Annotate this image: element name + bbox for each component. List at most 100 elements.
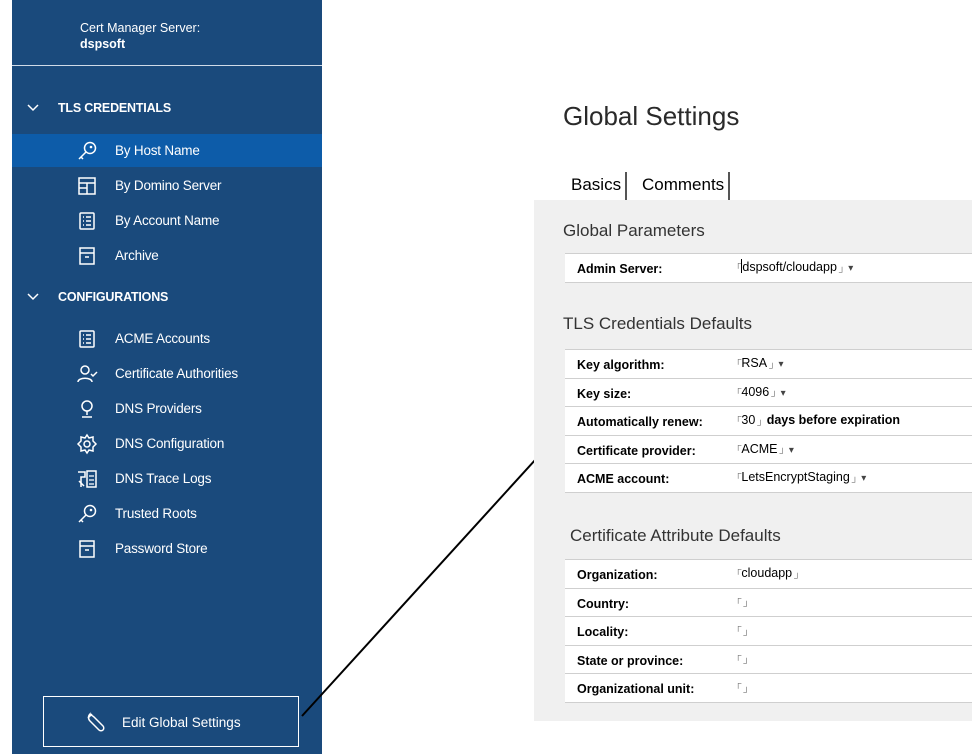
field-label: Certificate provider: <box>577 443 696 458</box>
sidebar-item-acme-accounts[interactable]: ACME Accounts <box>12 322 322 355</box>
field-label: Key algorithm: <box>577 358 665 372</box>
sidebar-item-label: DNS Providers <box>115 401 202 416</box>
sidebar-item-label: By Domino Server <box>115 178 222 193</box>
organization-value: cloudapp <box>741 566 793 581</box>
tab-comments[interactable]: Comments <box>638 172 731 200</box>
section-title: CONFIGURATIONS <box>58 290 169 304</box>
form-row-acme-account: ACME account: ┌LetsEncryptStaging ┘ ▾ <box>565 464 972 493</box>
account-list-icon <box>79 330 95 348</box>
form-row-key-algorithm: Key algorithm: ┌RSA ┘ ▾ <box>565 350 972 379</box>
renew-days-suffix: days before expiration <box>766 413 901 428</box>
section-global-parameters-title: Global Parameters <box>563 221 705 240</box>
dropdown-arrow-icon[interactable]: ▾ <box>778 359 783 370</box>
sidebar-item-label: Trusted Roots <box>115 506 197 521</box>
key-icon <box>78 504 97 523</box>
cert-defaults-table: Organization: ┌cloudapp ┘ Country: ┌┘ Loc… <box>565 559 972 703</box>
sidebar-item-label: Archive <box>115 248 159 263</box>
sidebar-item-label: DNS Configuration <box>115 436 225 451</box>
global-parameters-table: Admin Server: ┌dspsoft/cloudapp ┘ ▾ <box>565 253 972 283</box>
organizational-unit-field[interactable]: ┌┘ <box>735 678 750 697</box>
trace-log-icon <box>78 470 97 488</box>
certificate-provider-field[interactable]: ┌ACME ┘ ▾ <box>735 440 794 459</box>
server-label: Cert Manager Server: <box>80 21 201 35</box>
admin-server-value: dspsoft/cloudapp <box>742 260 837 275</box>
sidebar-item-label: ACME Accounts <box>115 331 210 346</box>
sidebar: Cert Manager Server: dspsoft TLS CREDENT… <box>12 0 322 754</box>
field-label: Organization: <box>577 568 658 582</box>
locality-field[interactable]: ┌┘ <box>735 621 750 640</box>
sidebar-item-by-domino-server[interactable]: By Domino Server <box>12 169 322 202</box>
key-algorithm-value: RSA <box>741 356 768 371</box>
sidebar-item-label: Password Store <box>115 541 208 556</box>
form-row-organization: Organization: ┌cloudapp ┘ <box>565 560 972 589</box>
admin-server-field[interactable]: ┌dspsoft/cloudapp ┘ ▾ <box>735 258 853 277</box>
server-layout-icon <box>78 177 96 195</box>
sidebar-item-dns-trace-logs[interactable]: DNS Trace Logs <box>12 462 322 495</box>
key-size-value: 4096 <box>741 384 770 399</box>
sidebar-item-dns-configuration[interactable]: DNS Configuration <box>12 427 322 460</box>
key-size-field[interactable]: ┌4096 ┘ ▾ <box>735 383 786 402</box>
location-pin-icon <box>81 400 93 418</box>
form-row-country: Country: ┌┘ <box>565 589 972 617</box>
field-label: Locality: <box>577 625 629 639</box>
sidebar-item-password-store[interactable]: Password Store <box>12 532 322 565</box>
form-row-key-size: Key size: ┌4096 ┘ ▾ <box>565 379 972 407</box>
form-row-certificate-provider: Certificate provider: ┌ACME ┘ ▾ <box>565 436 972 464</box>
server-name: dspsoft <box>80 37 126 51</box>
gear-icon <box>76 433 98 455</box>
sidebar-item-by-account-name[interactable]: By Account Name <box>12 204 322 237</box>
state-field[interactable]: ┌┘ <box>735 650 750 669</box>
section-cert-defaults-title: Certificate Attribute Defaults <box>570 526 781 545</box>
renew-days-field[interactable]: ┌30 ┘ days before expiration <box>735 411 900 430</box>
section-configurations[interactable]: CONFIGURATIONS <box>12 286 322 310</box>
sidebar-item-label: By Account Name <box>115 213 220 228</box>
country-field[interactable]: ┌┘ <box>735 593 750 612</box>
sidebar-item-label: Certificate Authorities <box>115 366 238 381</box>
edit-global-settings-label: Edit Global Settings <box>122 715 241 730</box>
sidebar-item-archive[interactable]: Archive <box>12 239 322 272</box>
form-row-state-or-province: State or province: ┌┘ <box>565 646 972 674</box>
form-row-locality: Locality: ┌┘ <box>565 617 972 646</box>
renew-days-value: 30 <box>741 413 756 428</box>
certificate-provider-value: ACME <box>741 441 778 456</box>
field-label: ACME account: <box>577 472 670 486</box>
sidebar-item-label: By Host Name <box>115 143 200 158</box>
dropdown-arrow-icon[interactable]: ▾ <box>781 388 786 399</box>
form-row-automatically-renew: Automatically renew: ┌30 ┘ days before exp… <box>565 407 972 436</box>
sidebar-item-dns-providers[interactable]: DNS Providers <box>12 392 322 425</box>
field-label: State or province: <box>577 653 684 668</box>
field-label: Key size: <box>577 386 632 401</box>
organization-field[interactable]: ┌cloudapp ┘ <box>735 564 801 583</box>
key-algorithm-field[interactable]: ┌RSA ┘ ▾ <box>735 354 784 373</box>
account-list-icon <box>79 212 95 230</box>
section-tls-defaults-title: TLS Credentials Defaults <box>563 314 752 333</box>
dropdown-arrow-icon[interactable]: ▾ <box>861 473 866 484</box>
field-label: Country: <box>577 596 630 611</box>
dropdown-arrow-icon[interactable]: ▾ <box>789 445 794 456</box>
edit-global-settings-button[interactable]: Edit Global Settings <box>43 696 299 747</box>
wrench-icon <box>87 712 105 732</box>
form-row-admin-server: Admin Server: ┌dspsoft/cloudapp ┘ ▾ <box>565 254 972 283</box>
chevron-down-icon <box>27 104 39 112</box>
page-title: Global Settings <box>563 101 740 131</box>
form-row-organizational-unit: Organizational unit: ┌┘ <box>565 674 972 703</box>
section-title: TLS CREDENTIALS <box>58 101 171 115</box>
section-tls-credentials[interactable]: TLS CREDENTIALS <box>12 97 322 121</box>
field-label: Admin Server: <box>577 262 663 276</box>
server-info: Cert Manager Server: dspsoft <box>12 0 322 66</box>
chevron-down-icon <box>27 293 39 301</box>
sidebar-item-by-host-name[interactable]: By Host Name <box>12 134 322 167</box>
sidebar-item-trusted-roots[interactable]: Trusted Roots <box>12 497 322 530</box>
dropdown-arrow-icon[interactable]: ▾ <box>848 263 853 274</box>
person-check-icon <box>77 365 98 383</box>
tab-basics[interactable]: Basics <box>567 172 628 200</box>
tls-defaults-table: Key algorithm: ┌RSA ┘ ▾ Key size: ┌4096 ┘ ▾ … <box>565 349 972 493</box>
sidebar-item-label: DNS Trace Logs <box>115 471 212 486</box>
key-icon <box>78 141 97 160</box>
archive-icon <box>79 540 95 558</box>
archive-icon <box>79 247 95 265</box>
field-label: Organizational unit: <box>577 682 695 696</box>
sidebar-item-certificate-authorities[interactable]: Certificate Authorities <box>12 357 322 390</box>
acme-account-field[interactable]: ┌LetsEncryptStaging ┘ ▾ <box>735 468 866 487</box>
field-label: Automatically renew: <box>577 415 703 429</box>
